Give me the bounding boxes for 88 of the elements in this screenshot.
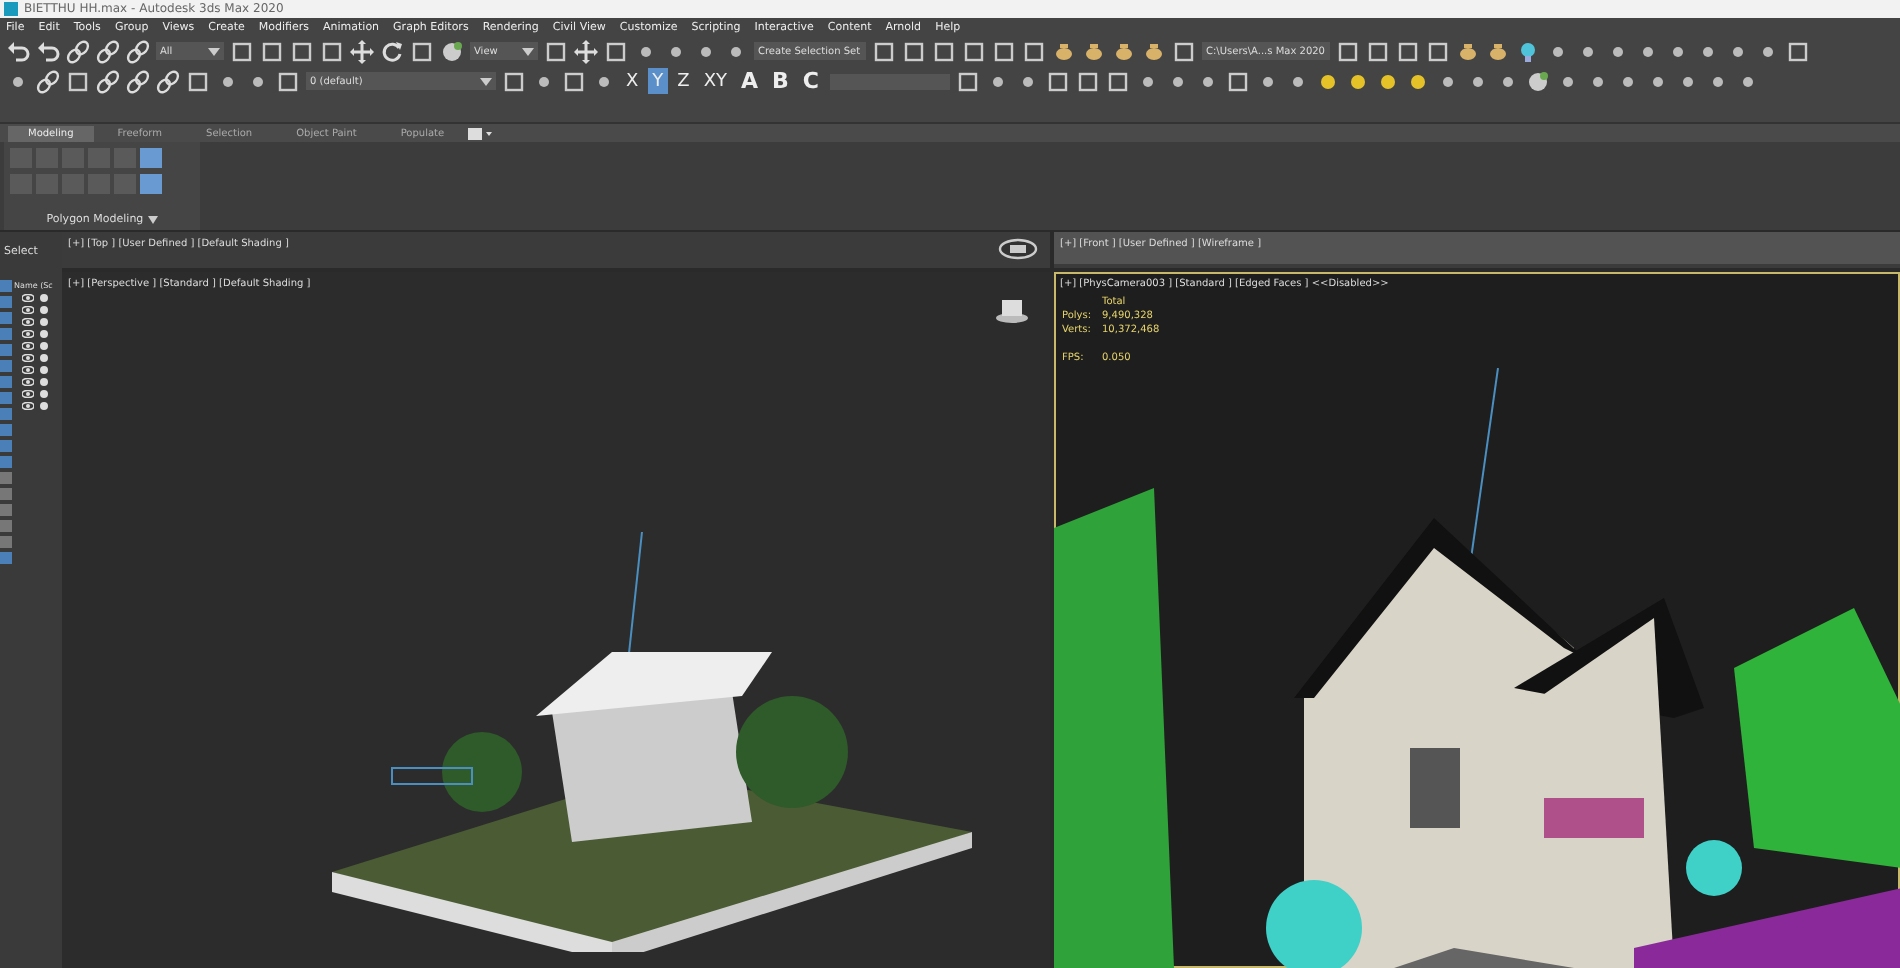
eye-icon[interactable]: [22, 378, 34, 386]
ribbon-options-icon[interactable]: [468, 127, 493, 139]
caret-icon: [480, 77, 492, 85]
square-icon[interactable]: [1426, 39, 1450, 63]
square-icon[interactable]: [502, 69, 526, 93]
dot-icon[interactable]: [40, 402, 48, 410]
square-icon[interactable]: [1396, 39, 1420, 63]
axis-constraint-button[interactable]: X: [622, 68, 643, 94]
dot-icon[interactable]: [40, 366, 48, 374]
viewcube-icon[interactable]: [998, 238, 1038, 260]
sun-icon[interactable]: [1315, 69, 1339, 93]
link-icon[interactable]: [126, 39, 150, 63]
dot-icon[interactable]: [40, 342, 48, 350]
teapot-icon[interactable]: [1082, 39, 1106, 63]
square-icon[interactable]: [992, 39, 1016, 63]
square-icon[interactable]: [962, 39, 986, 63]
teapot-icon[interactable]: [1052, 39, 1076, 63]
square-icon[interactable]: [1105, 69, 1129, 93]
eye-icon[interactable]: [22, 330, 34, 338]
square-icon[interactable]: [186, 69, 210, 93]
square-icon[interactable]: [290, 39, 314, 63]
eye-icon[interactable]: [22, 366, 34, 374]
link-icon[interactable]: [96, 69, 120, 93]
square-icon[interactable]: [260, 39, 284, 63]
link-icon[interactable]: [96, 39, 120, 63]
axis-constraint-button[interactable]: Z: [673, 68, 694, 94]
teapot-icon[interactable]: [1486, 39, 1510, 63]
snap-button[interactable]: B: [768, 68, 793, 94]
eye-icon[interactable]: [22, 390, 34, 398]
square-icon[interactable]: [66, 69, 90, 93]
dot-icon[interactable]: [40, 390, 48, 398]
square-icon[interactable]: [902, 39, 926, 63]
link-icon[interactable]: [156, 69, 180, 93]
snap-button[interactable]: A: [737, 68, 763, 94]
teapot-icon[interactable]: [1456, 39, 1480, 63]
viewcube-icon[interactable]: [994, 296, 1030, 324]
dot-icon[interactable]: [40, 294, 48, 302]
square-icon[interactable]: [1172, 39, 1196, 63]
dot-icon[interactable]: [40, 318, 48, 326]
square-icon[interactable]: [320, 39, 344, 63]
link-icon[interactable]: [36, 69, 60, 93]
dot-icon[interactable]: [40, 354, 48, 362]
undo-icon[interactable]: [36, 39, 60, 63]
square-icon[interactable]: [1225, 69, 1249, 93]
link-icon[interactable]: [66, 39, 90, 63]
square-icon[interactable]: [1022, 39, 1046, 63]
square-icon[interactable]: [932, 39, 956, 63]
eye-icon[interactable]: [22, 318, 34, 326]
caret-icon: [208, 47, 220, 55]
square-icon[interactable]: [604, 39, 628, 63]
square-icon[interactable]: [1786, 39, 1810, 63]
sun-icon[interactable]: [1345, 69, 1369, 93]
square-icon[interactable]: [1366, 39, 1390, 63]
dot-icon[interactable]: [40, 378, 48, 386]
sphere-icon[interactable]: [440, 39, 464, 63]
eye-icon[interactable]: [22, 294, 34, 302]
square-icon[interactable]: [872, 39, 896, 63]
move-icon[interactable]: [350, 39, 374, 63]
teapot-icon[interactable]: [1112, 39, 1136, 63]
sun-icon[interactable]: [1405, 69, 1429, 93]
square-icon[interactable]: [1075, 69, 1099, 93]
square-icon[interactable]: [410, 39, 434, 63]
dot-icon[interactable]: [40, 306, 48, 314]
eye-icon[interactable]: [22, 306, 34, 314]
bulb-icon[interactable]: [1516, 39, 1540, 63]
square-icon[interactable]: [955, 69, 979, 93]
link-icon[interactable]: [126, 69, 150, 93]
snap-button[interactable]: C: [798, 68, 823, 94]
sphere-icon[interactable]: [1525, 69, 1549, 93]
undo-icon[interactable]: [6, 39, 30, 63]
square-icon[interactable]: [544, 39, 568, 63]
square-icon[interactable]: [276, 69, 300, 93]
caret-icon[interactable]: [147, 216, 158, 224]
teapot-icon[interactable]: [1142, 39, 1166, 63]
square-icon[interactable]: [230, 39, 254, 63]
move-icon[interactable]: [574, 39, 598, 63]
caret-icon: [522, 47, 534, 55]
sun-icon[interactable]: [1375, 69, 1399, 93]
eye-icon[interactable]: [22, 342, 34, 350]
eye-icon[interactable]: [22, 354, 34, 362]
eye-icon[interactable]: [22, 402, 34, 410]
dot-icon[interactable]: [40, 330, 48, 338]
rotate-icon[interactable]: [380, 39, 404, 63]
axis-constraint-button[interactable]: XY: [699, 68, 732, 94]
square-icon[interactable]: [1045, 69, 1069, 93]
square-icon[interactable]: [562, 69, 586, 93]
square-icon[interactable]: [1336, 39, 1360, 63]
app-icon: [4, 2, 18, 16]
